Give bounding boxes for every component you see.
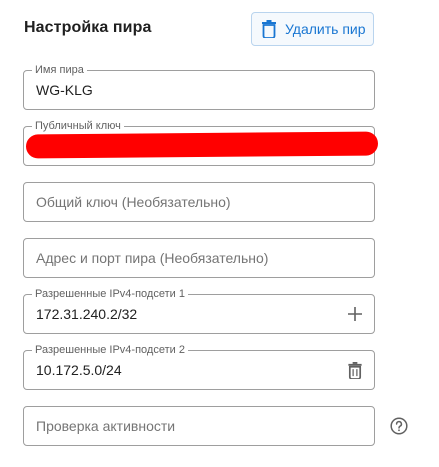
delete-peer-label: Удалить пир — [285, 21, 366, 37]
public-key-field[interactable]: Публичный ключ — [23, 119, 379, 166]
trash-icon — [348, 361, 362, 379]
allowed-ips-2-field[interactable]: Разрешенные IPv4-подсети 2 10.172.5.0/24 — [23, 343, 375, 390]
redaction-mark — [25, 131, 379, 159]
keepalive-placeholder: Проверка активности — [36, 418, 176, 434]
endpoint-placeholder: Адрес и порт пира (Необязательно) — [36, 250, 269, 266]
peer-name-value: WG-KLG — [36, 82, 93, 98]
remove-subnet-button[interactable] — [346, 361, 364, 379]
preshared-key-field[interactable]: Общий ключ (Необязательно) — [23, 182, 375, 222]
allowed-ips-2-value: 10.172.5.0/24 — [36, 362, 122, 378]
allowed-ips-2-label: Разрешенные IPv4-подсети 2 — [32, 343, 188, 357]
allowed-ips-1-field[interactable]: Разрешенные IPv4-подсети 1 172.31.240.2/… — [23, 287, 375, 334]
page-title: Настройка пира — [24, 19, 152, 36]
allowed-ips-1-label: Разрешенные IPv4-подсети 1 — [32, 287, 188, 301]
preshared-key-placeholder: Общий ключ (Необязательно) — [36, 194, 231, 210]
help-circle-icon[interactable] — [390, 417, 408, 435]
trash-icon — [262, 20, 276, 38]
keepalive-field[interactable]: Проверка активности — [23, 406, 375, 446]
peer-name-label: Имя пира — [32, 63, 87, 77]
allowed-ips-1-value: 172.31.240.2/32 — [36, 306, 138, 322]
add-subnet-button[interactable] — [346, 305, 364, 323]
delete-peer-button[interactable]: Удалить пир — [251, 12, 374, 46]
endpoint-field[interactable]: Адрес и порт пира (Необязательно) — [23, 238, 375, 278]
plus-icon — [348, 307, 362, 321]
public-key-label: Публичный ключ — [32, 119, 124, 133]
peer-name-field[interactable]: Имя пира WG-KLG — [23, 63, 375, 110]
